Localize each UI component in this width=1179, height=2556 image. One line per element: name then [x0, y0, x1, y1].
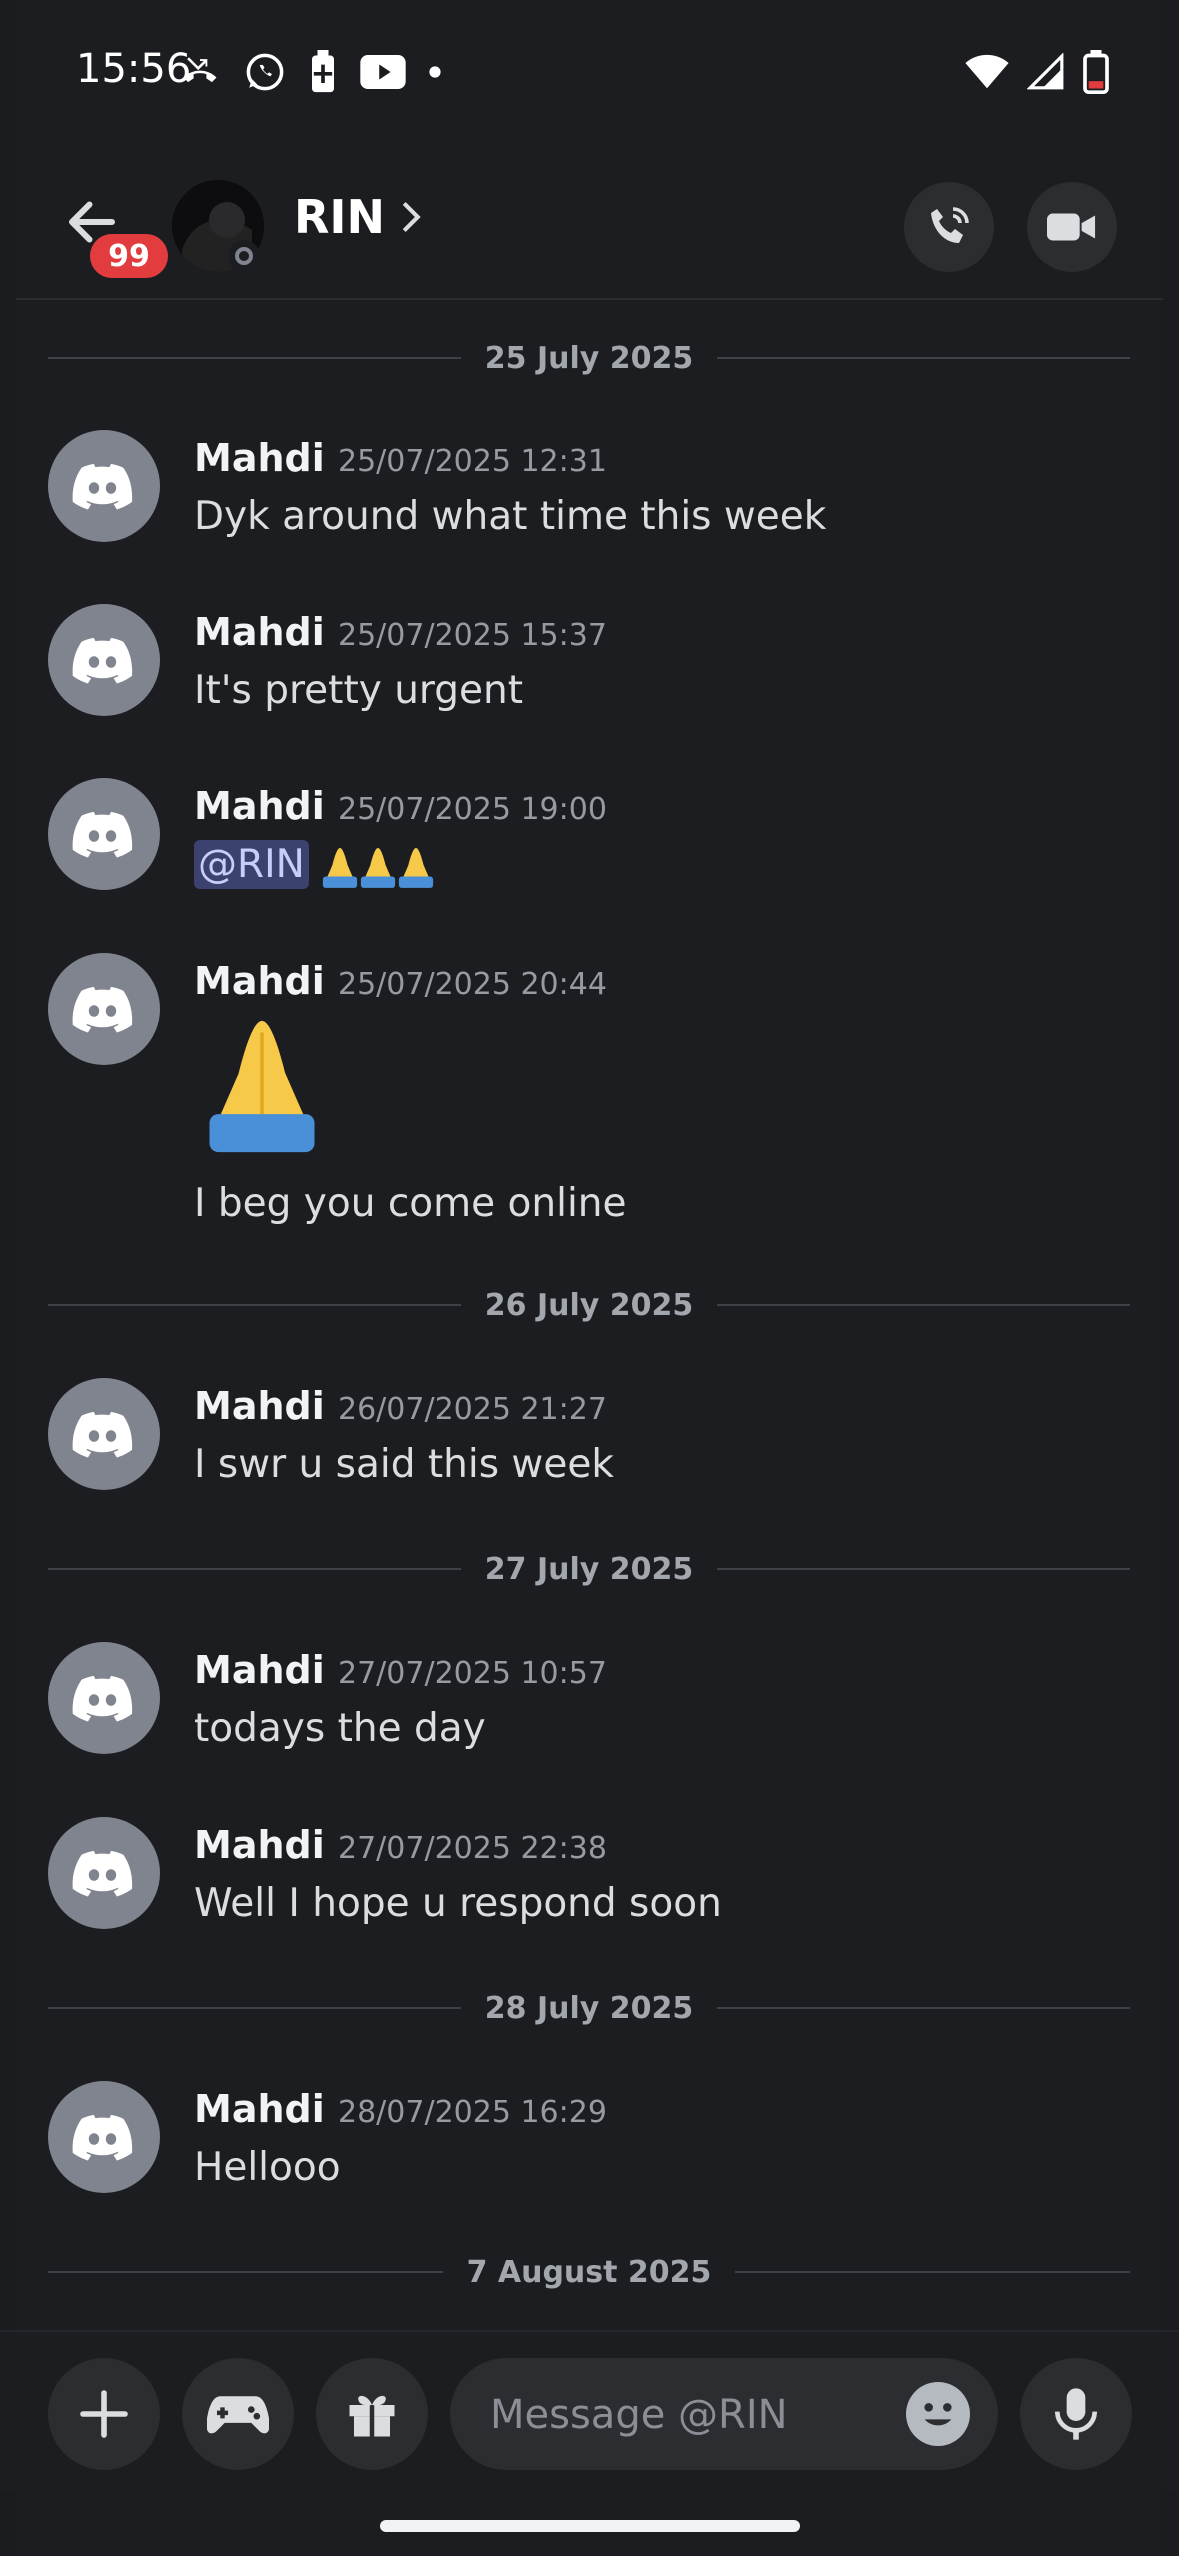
date-separator: 28 July 2025 [48, 1988, 1130, 2028]
status-bar: 15:56 [0, 0, 1179, 150]
voice-message-button[interactable] [1020, 2358, 1132, 2470]
youtube-icon [360, 55, 406, 89]
chat-header: 99 RIN [0, 160, 1179, 300]
gift-button[interactable] [316, 2358, 428, 2470]
chat-title-label: RIN [294, 190, 386, 244]
date-separator: 7 August 2025 [48, 2252, 1130, 2292]
gift-icon [349, 2395, 395, 2437]
plus-icon [80, 2390, 128, 2438]
discord-logo-icon [72, 1411, 133, 1458]
author-name[interactable]: Mahdi [194, 1823, 325, 1867]
chevron-right-icon [402, 201, 421, 233]
battery-low-icon [1083, 50, 1109, 94]
discord-logo-icon [72, 986, 133, 1033]
author-name[interactable]: Mahdi [194, 959, 325, 1003]
voice-call-button[interactable] [904, 182, 994, 272]
author-name[interactable]: Mahdi [194, 1384, 325, 1428]
discord-logo-icon [72, 2114, 133, 2161]
message-text: I swr u said this week [194, 1442, 614, 1487]
message-text: It's pretty urgent [194, 668, 524, 713]
header-divider [16, 298, 1163, 300]
add-attachment-button[interactable] [48, 2358, 160, 2470]
status-notification-icons [178, 50, 442, 94]
battery-saver-icon [312, 50, 334, 93]
message-input[interactable]: Message @RIN [450, 2358, 998, 2470]
message-text: Hellooo [194, 2145, 341, 2190]
smiley-icon [924, 2403, 952, 2426]
avatar[interactable] [48, 778, 160, 890]
discord-logo-icon [72, 637, 133, 684]
avatar[interactable] [48, 953, 160, 1065]
message-composer: Message @RIN [0, 2330, 1179, 2492]
message-content: @RIN [194, 840, 435, 890]
message-text: Dyk around what time this week [194, 494, 827, 539]
folded-hands-emoji-icon [209, 1020, 315, 1153]
folded-hands-emoji-icon [361, 847, 396, 888]
activities-button[interactable] [182, 2358, 294, 2470]
more-dot-icon [429, 66, 441, 78]
author-name[interactable]: Mahdi [194, 610, 325, 654]
avatar[interactable] [48, 1378, 160, 1490]
message-input-placeholder: Message @RIN [490, 2392, 788, 2438]
video-camera-icon [1047, 213, 1096, 241]
avatar[interactable] [48, 1817, 160, 1929]
wifi-icon [965, 54, 1009, 89]
message-timestamp: 25/07/2025 20:44 [338, 967, 607, 1002]
avatar[interactable] [48, 1642, 160, 1754]
status-system-icons [965, 50, 1109, 94]
message-timestamp: 28/07/2025 16:29 [338, 2095, 607, 2130]
missed-call-icon [183, 57, 217, 83]
video-call-button[interactable] [1027, 182, 1117, 272]
discord-logo-icon [72, 463, 133, 510]
author-name[interactable]: Mahdi [194, 2087, 325, 2131]
gamepad-icon [207, 2396, 269, 2434]
author-name[interactable]: Mahdi [194, 1648, 325, 1692]
message-timestamp: 25/07/2025 15:37 [338, 618, 607, 653]
date-separator: 25 July 2025 [48, 338, 1130, 378]
message-timestamp: 25/07/2025 19:00 [338, 792, 607, 827]
discord-logo-icon [72, 811, 133, 858]
phone-icon [931, 207, 969, 243]
avatar[interactable] [48, 2081, 160, 2193]
unread-badge: 99 [90, 234, 168, 278]
home-indicator[interactable] [380, 2520, 800, 2532]
author-name[interactable]: Mahdi [194, 784, 325, 828]
date-separator: 26 July 2025 [48, 1285, 1130, 1325]
user-mention[interactable]: @RIN [194, 840, 309, 889]
author-name[interactable]: Mahdi [194, 436, 325, 480]
discord-logo-icon [72, 1850, 133, 1897]
folded-hands-emoji-icon [323, 847, 358, 888]
message-text: todays the day [194, 1706, 486, 1751]
message-timestamp: 26/07/2025 21:27 [338, 1392, 607, 1427]
message-text: Well I hope u respond soon [194, 1881, 722, 1926]
emoji-button[interactable] [906, 2382, 970, 2446]
message-timestamp: 27/07/2025 10:57 [338, 1656, 607, 1691]
offline-status-indicator [228, 240, 260, 272]
avatar[interactable] [48, 430, 160, 542]
chat-title[interactable]: RIN [294, 190, 423, 244]
message-timestamp: 25/07/2025 12:31 [338, 444, 607, 479]
message-timestamp: 27/07/2025 22:38 [338, 1831, 607, 1866]
message-text: I beg you come online [194, 1181, 627, 1226]
microphone-icon [1055, 2388, 1097, 2440]
discord-logo-icon [72, 1675, 133, 1722]
folded-hands-emoji-icon [399, 847, 434, 888]
whatsapp-icon [246, 53, 284, 91]
app-frame [16, 0, 1163, 2556]
date-separator: 27 July 2025 [48, 1549, 1130, 1589]
avatar[interactable] [48, 604, 160, 716]
status-time: 15:56 [76, 46, 192, 92]
signal-icon [1027, 53, 1064, 90]
